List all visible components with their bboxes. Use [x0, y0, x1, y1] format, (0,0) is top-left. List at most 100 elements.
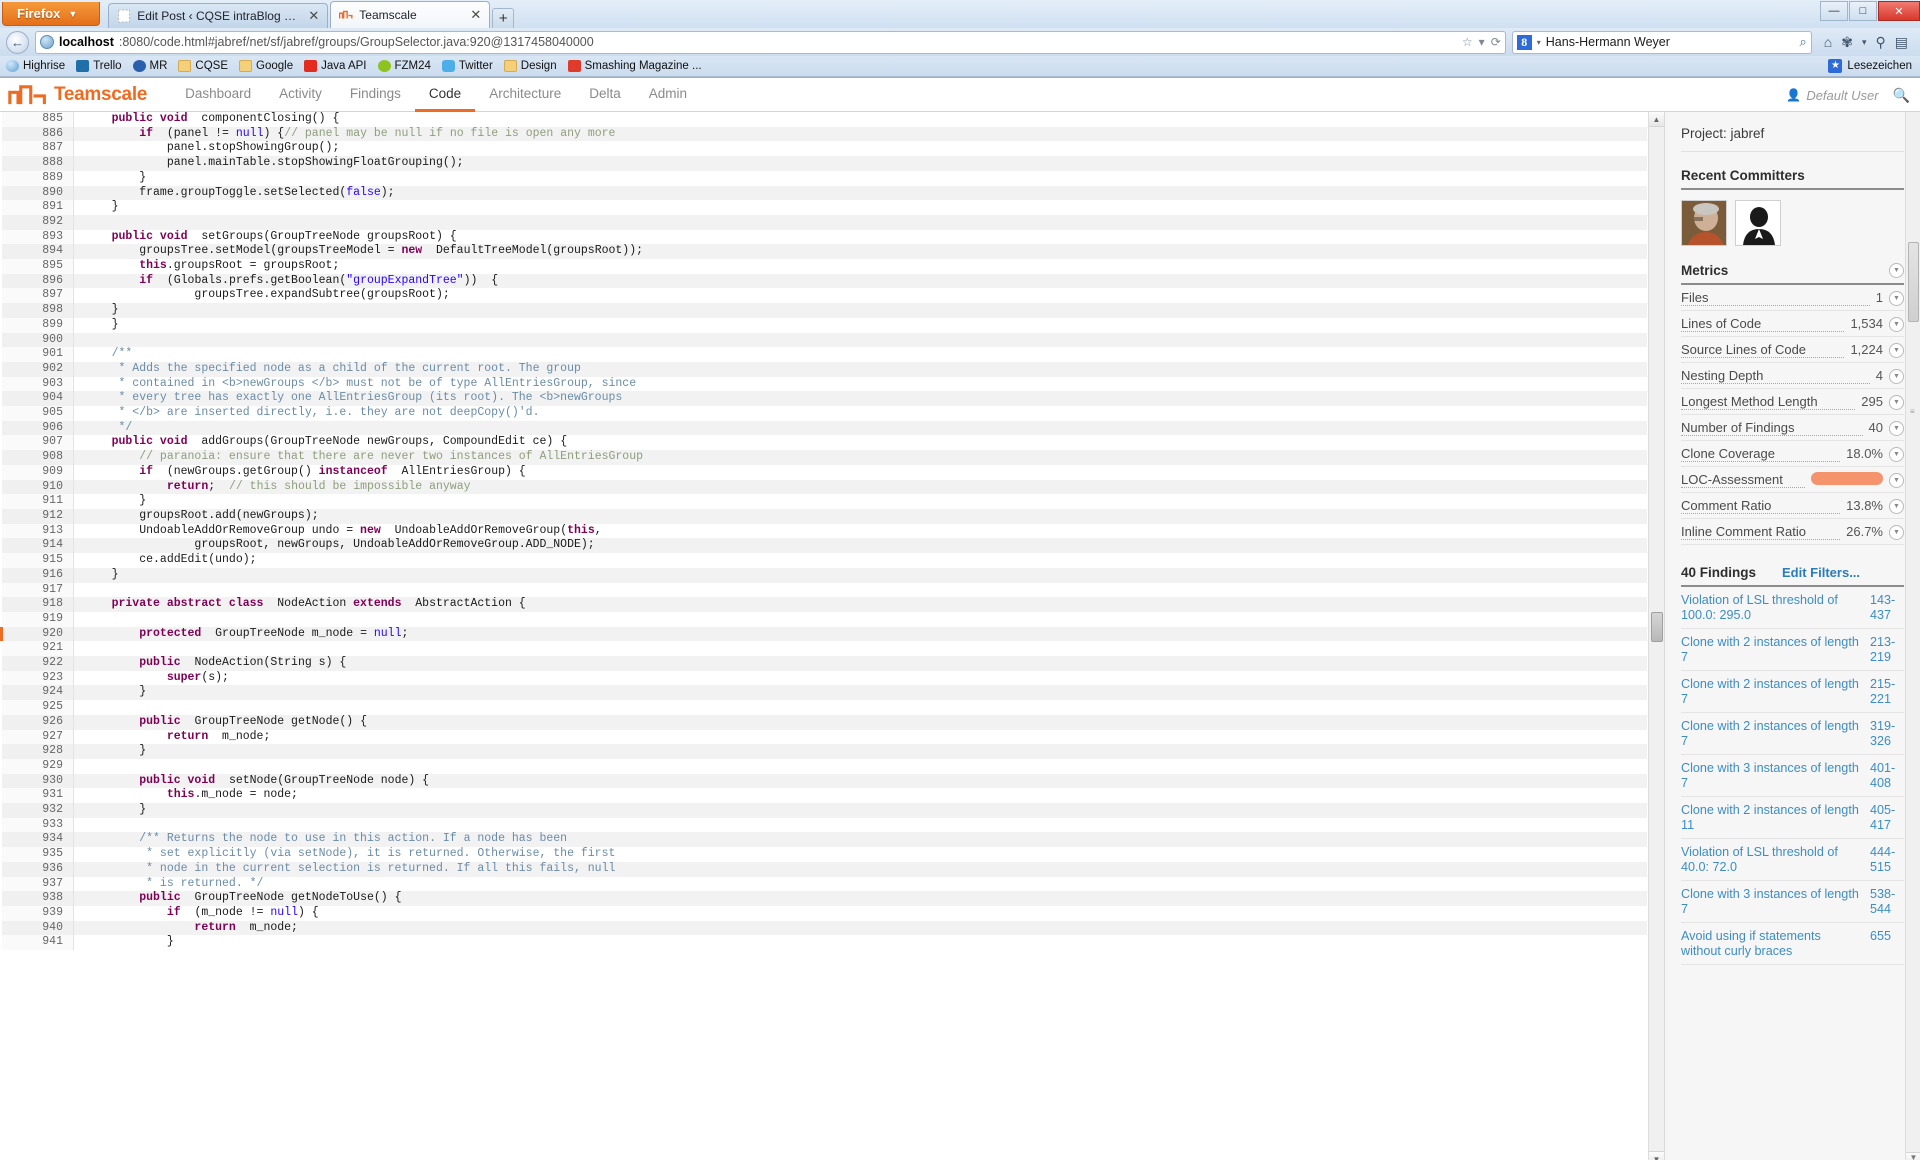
reload-icon[interactable]: ⟳	[1491, 35, 1501, 49]
code-line[interactable]: 909 if (newGroups.getGroup() instanceof …	[1, 464, 1647, 480]
code-line[interactable]: 901 /**	[1, 347, 1647, 362]
search-icon[interactable]: 🔍	[1893, 87, 1910, 104]
minimize-button[interactable]: —	[1820, 1, 1848, 21]
code-line[interactable]: 940 return m_node;	[1, 920, 1647, 936]
chevron-down-icon[interactable]: ▾	[1862, 37, 1867, 48]
finding-line-range[interactable]: 538-544	[1870, 887, 1904, 917]
chevron-down-icon[interactable]: ▼	[1889, 291, 1904, 306]
browser-tab-teamscale[interactable]: Teamscale ✕	[330, 1, 491, 28]
code-line[interactable]: 920 protected GroupTreeNode m_node = nul…	[0, 626, 1647, 642]
search-engine-caret-icon[interactable]: ▾	[1537, 38, 1541, 47]
scroll-down-icon[interactable]: ▼	[1906, 1152, 1920, 1160]
chevron-down-icon[interactable]: ▼	[1889, 263, 1904, 278]
code-line[interactable]: 896 if (Globals.prefs.getBoolean("groupE…	[1, 273, 1647, 289]
code-line[interactable]: 894 groupsTree.setModel(groupsTreeModel …	[1, 244, 1647, 260]
code-line[interactable]: 906 */	[1, 420, 1647, 436]
code-line[interactable]: 934 /** Returns the node to use in this …	[1, 832, 1647, 848]
lamp-icon[interactable]: ⚲	[1876, 34, 1886, 51]
scroll-down-icon[interactable]: ▼	[1649, 1151, 1664, 1160]
search-bar[interactable]: 8 ▾ Hans-Hermann Weyer ⌕	[1511, 30, 1812, 54]
metric-row[interactable]: Inline Comment Ratio 26.7% ▼	[1681, 519, 1904, 545]
code-line[interactable]: 888 panel.mainTable.stopShowingFloatGrou…	[1, 156, 1647, 171]
nav-item-activity[interactable]: Activity	[265, 78, 336, 112]
code-line[interactable]: 919	[1, 611, 1647, 627]
finding-row[interactable]: Clone with 3 instances of length 7 538-54…	[1681, 881, 1904, 923]
finding-message[interactable]: Clone with 3 instances of length 7	[1681, 887, 1862, 917]
code-line[interactable]: 917	[1, 582, 1647, 598]
nav-item-architecture[interactable]: Architecture	[475, 78, 575, 112]
finding-message[interactable]: Violation of LSL threshold of 40.0: 72.0	[1681, 845, 1862, 875]
close-icon[interactable]: ✕	[308, 8, 319, 24]
code-line[interactable]: 924 }	[1, 685, 1647, 701]
code-line[interactable]: 898 }	[1, 303, 1647, 318]
sidebar-scrollbar[interactable]: ≡ ▼	[1905, 112, 1920, 1160]
home-icon[interactable]: ⌂	[1824, 34, 1832, 50]
code-line[interactable]: 903 * contained in <b>newGroups </b> mus…	[1, 376, 1647, 392]
finding-line-range[interactable]: 143-437	[1870, 593, 1904, 623]
url-bar[interactable]: localhost:8080/code.html#jabref/net/sf/j…	[35, 30, 1506, 54]
back-button[interactable]: ←	[6, 30, 29, 54]
finding-row[interactable]: Clone with 2 instances of length 11 405-4…	[1681, 797, 1904, 839]
finding-row[interactable]: Clone with 2 instances of length 7 319-32…	[1681, 713, 1904, 755]
code-line[interactable]: 926 public GroupTreeNode getNode() {	[1, 714, 1647, 730]
code-line[interactable]: 931 this.m_node = node;	[1, 788, 1647, 804]
code-line[interactable]: 897 groupsTree.expandSubtree(groupsRoot)…	[1, 288, 1647, 304]
finding-row[interactable]: Avoid using if statements without curly …	[1681, 923, 1904, 965]
finding-line-range[interactable]: 655	[1870, 929, 1904, 944]
scrollbar-thumb[interactable]	[1651, 612, 1663, 642]
finding-line-range[interactable]: 319-326	[1870, 719, 1904, 749]
code-line[interactable]: 935 * set explicitly (via setNode), it i…	[1, 847, 1647, 862]
google-icon[interactable]: 8	[1516, 34, 1532, 50]
bookmark-twitter[interactable]: Twitter	[441, 60, 493, 72]
code-line[interactable]: 911 }	[1, 494, 1647, 509]
code-line[interactable]: 913 UndoableAddOrRemoveGroup undo = new …	[1, 523, 1647, 539]
bookmark-google[interactable]: Google	[239, 60, 293, 72]
code-line[interactable]: 890 frame.groupToggle.setSelected(false)…	[1, 185, 1647, 201]
code-line[interactable]: 936 * node in the current selection is r…	[1, 861, 1647, 877]
firefox-menu-button[interactable]: Firefox ▼	[2, 2, 101, 26]
bug-icon[interactable]: ✾	[1841, 34, 1853, 51]
chevron-down-icon[interactable]: ▼	[1889, 395, 1904, 410]
nav-item-code[interactable]: Code	[414, 78, 476, 112]
code-line[interactable]: 887 panel.stopShowingGroup();	[1, 141, 1647, 157]
finding-line-range[interactable]: 405-417	[1870, 803, 1904, 833]
code-line[interactable]: 923 super(s);	[1, 670, 1647, 686]
metric-row[interactable]: Clone Coverage 18.0% ▼	[1681, 441, 1904, 467]
code-line[interactable]: 932 }	[1, 803, 1647, 818]
chevron-down-icon[interactable]: ▼	[1889, 317, 1904, 332]
code-line[interactable]: 918 private abstract class NodeAction ex…	[1, 597, 1647, 612]
avatar[interactable]	[1681, 200, 1727, 246]
close-icon[interactable]: ✕	[470, 7, 481, 23]
chevron-down-icon[interactable]: ▼	[1889, 525, 1904, 540]
code-line[interactable]: 908 // paranoia: ensure that there are n…	[1, 450, 1647, 465]
finding-line-range[interactable]: 213-219	[1870, 635, 1904, 665]
code-line[interactable]: 916 }	[1, 567, 1647, 583]
nav-item-delta[interactable]: Delta	[575, 78, 635, 112]
code-line[interactable]: 886 if (panel != null) {// panel may be …	[1, 126, 1647, 142]
code-line[interactable]: 904 * every tree has exactly one AllEntr…	[1, 391, 1647, 407]
finding-line-range[interactable]: 215-221	[1870, 677, 1904, 707]
user-name[interactable]: Default User	[1806, 88, 1878, 103]
finding-line-range[interactable]: 401-408	[1870, 761, 1904, 791]
code-scroll-area[interactable]: 885 public void componentClosing() {886 …	[0, 112, 1648, 1160]
code-line[interactable]: 910 return; // this should be impossible…	[1, 479, 1647, 495]
avatar[interactable]	[1735, 200, 1781, 246]
code-line[interactable]: 921	[1, 641, 1647, 657]
teamscale-logo[interactable]: Teamscale	[8, 84, 147, 106]
code-line[interactable]: 891 }	[1, 200, 1647, 215]
code-line[interactable]: 885 public void componentClosing() {	[1, 112, 1647, 127]
code-line[interactable]: 927 return m_node;	[1, 729, 1647, 745]
bookmark-trello[interactable]: Trello	[76, 60, 122, 72]
finding-message[interactable]: Clone with 2 instances of length 7	[1681, 719, 1862, 749]
close-window-button[interactable]: ✕	[1878, 1, 1920, 21]
metric-row[interactable]: Lines of Code 1,534 ▼	[1681, 311, 1904, 337]
chevron-down-icon[interactable]: ▼	[1889, 421, 1904, 436]
finding-row[interactable]: Clone with 3 instances of length 7 401-40…	[1681, 755, 1904, 797]
maximize-button[interactable]: □	[1849, 1, 1877, 21]
code-line[interactable]: 939 if (m_node != null) {	[1, 905, 1647, 921]
code-scrollbar[interactable]: ▲ ▼	[1648, 112, 1664, 1160]
finding-message[interactable]: Violation of LSL threshold of 100.0: 295…	[1681, 593, 1862, 623]
chevron-down-icon[interactable]: ▼	[1889, 343, 1904, 358]
metric-row[interactable]: Source Lines of Code 1,224 ▼	[1681, 337, 1904, 363]
code-line[interactable]: 925	[1, 700, 1647, 715]
